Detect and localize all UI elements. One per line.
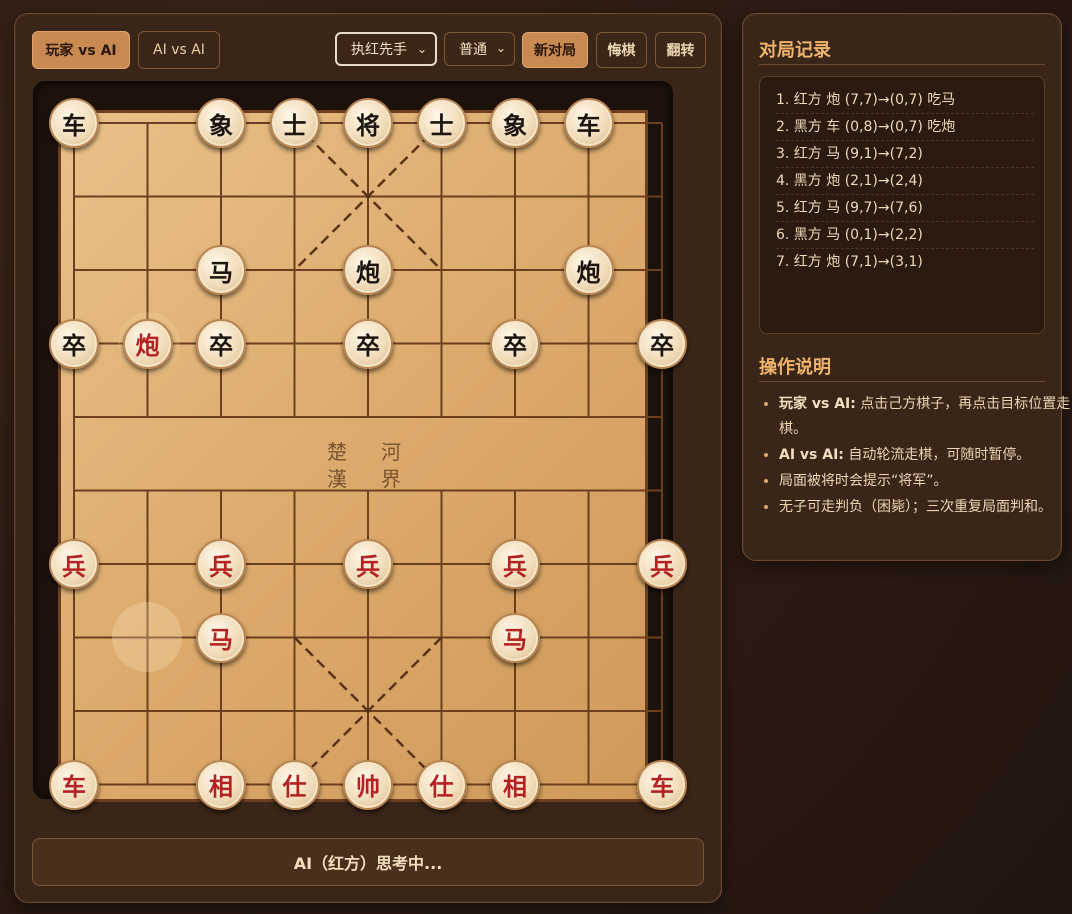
river-text-jie: 界 (381, 467, 401, 491)
piece-black[interactable]: 卒 (637, 318, 687, 369)
piece-black[interactable]: 卒 (490, 318, 540, 369)
help-item-text: 自动轮流走棋，可随时暂停。 (843, 447, 1031, 463)
move-history-item: 7. 红方 炮 (7,1)→(3,1) (776, 254, 923, 270)
help-item: 玩家 vs AI: 点击己方棋子，再点击目标位置走棋。 (779, 392, 1071, 442)
piece-red[interactable]: 车 (49, 759, 99, 810)
move-history-item: 4. 黑方 炮 (2,1)→(2,4) (776, 168, 1034, 195)
piece-red[interactable]: 兵 (196, 539, 246, 589)
river-text-chu: 楚 (327, 440, 347, 464)
move-history-item: 3. 红方 马 (9,1)→(7,2) (776, 141, 1034, 168)
piece-red[interactable]: 兵 (637, 539, 687, 589)
help-title: 操作说明 (759, 357, 831, 378)
piece-black[interactable]: 炮 (343, 245, 393, 295)
piece-black[interactable]: 马 (196, 245, 246, 295)
piece-red[interactable]: 仕 (269, 759, 320, 810)
piece-black[interactable]: 将 (343, 98, 393, 148)
piece-red[interactable]: 马 (490, 612, 540, 663)
river-text-he: 河 (381, 440, 401, 464)
move-history-item: 6. 黑方 马 (0,1)→(2,2) (776, 222, 1034, 249)
piece-red[interactable]: 兵 (343, 539, 393, 589)
piece-red[interactable]: 帅 (343, 759, 393, 810)
piece-red[interactable]: 相 (196, 759, 246, 810)
piece-black[interactable]: 士 (269, 98, 320, 148)
piece-red[interactable]: 马 (196, 612, 246, 663)
move-hint-marker[interactable] (112, 602, 182, 672)
piece-black[interactable]: 卒 (343, 318, 393, 369)
info-panel: 对局记录 1. 红方 炮 (7,7)→(0,7) 吃马 2. 黑方 车 (0,8)… (742, 13, 1070, 561)
piece-red[interactable]: 相 (490, 759, 540, 810)
piece-black[interactable]: 象 (490, 98, 540, 148)
piece-red[interactable]: 兵 (490, 539, 540, 589)
help-item: 局面被将时会提示“将军”。 (779, 469, 1071, 494)
piece-red[interactable]: 仕 (416, 759, 467, 810)
move-history-item: 1. 红方 炮 (7,7)→(0,7) 吃马 (776, 87, 1034, 114)
help-item-label: 玩家 vs AI: (779, 396, 856, 412)
piece-black[interactable]: 车 (563, 98, 614, 148)
move-history-item: 5. 红方 马 (9,7)→(7,6) (776, 195, 1034, 222)
divider (759, 381, 1045, 382)
move-history-item: 2. 黑方 车 (0,8)→(0,7) 吃炮 (776, 114, 1034, 141)
help-item: 无子可走判负（困毙）；三次重复局面判和。 (779, 495, 1071, 520)
piece-black[interactable]: 卒 (196, 318, 246, 369)
help-item: AI vs AI: 自动轮流走棋，可随时暂停。 (779, 443, 1071, 468)
piece-black[interactable]: 象 (196, 98, 246, 148)
piece-black[interactable]: 炮 (563, 245, 614, 295)
river-text-han: 漢 (327, 467, 347, 491)
piece-red[interactable]: 炮 (122, 318, 173, 369)
help-item-text: 无子可走判负（困毙）；三次重复局面判和。 (779, 499, 1052, 515)
piece-black[interactable]: 士 (416, 98, 467, 148)
help-item-label: AI vs AI: (779, 447, 844, 463)
help-list: 玩家 vs AI: 点击己方棋子，再点击目标位置走棋。AI vs AI: 自动轮… (759, 392, 1071, 521)
piece-red[interactable]: 车 (637, 759, 687, 810)
history-title: 对局记录 (759, 40, 831, 61)
piece-black[interactable]: 卒 (49, 318, 99, 369)
divider (759, 64, 1045, 65)
help-item-text: 局面被将时会提示“将军”。 (779, 473, 948, 489)
piece-black[interactable]: 车 (49, 98, 99, 148)
piece-red[interactable]: 兵 (49, 539, 99, 589)
move-history-list[interactable]: 1. 红方 炮 (7,7)→(0,7) 吃马 2. 黑方 车 (0,8)→(0,7… (759, 76, 1045, 334)
